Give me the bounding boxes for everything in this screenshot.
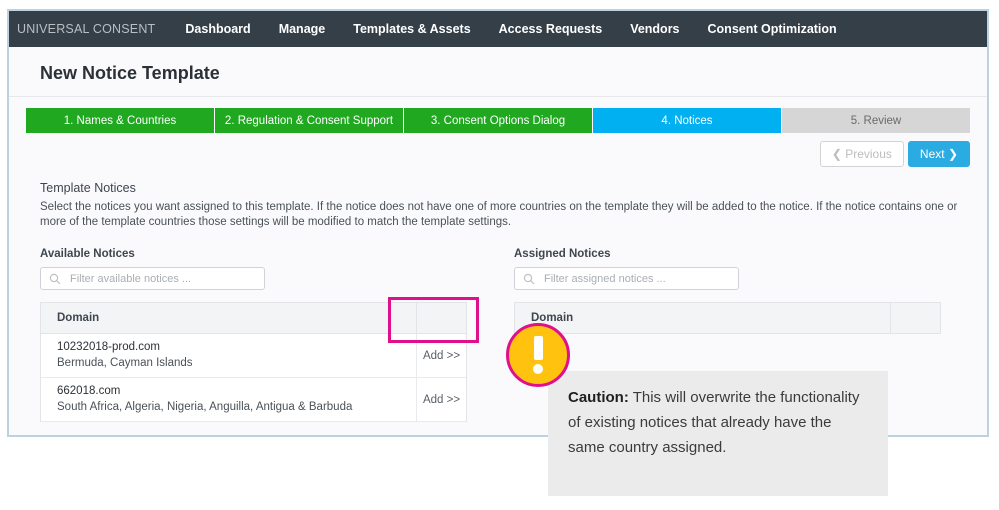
add-notice-link[interactable]: Add >> [423, 394, 460, 406]
available-table-header: Domain [41, 303, 466, 334]
caution-callout: Caution: This will overwrite the functio… [548, 371, 888, 496]
assigned-column-action [891, 303, 940, 333]
chevron-left-icon: ❮ [831, 147, 842, 161]
domain-name: 10232018-prod.com [57, 341, 160, 353]
available-column-action [417, 303, 466, 333]
next-button-label: Next [919, 147, 945, 161]
wizard-step-5[interactable]: 5. Review [782, 108, 970, 133]
available-row-domain-cell: 10232018-prod.com Bermuda, Cayman Island… [41, 334, 417, 377]
wizard-step-bar: 1. Names & Countries 2. Regulation & Con… [26, 108, 970, 133]
exclamation-circle-icon [506, 323, 570, 387]
top-navigation-bar: UNIVERSAL CONSENT Dashboard Manage Templ… [9, 11, 987, 47]
available-notices-table: Domain 10232018-prod.com Bermuda, Cayman… [40, 302, 467, 422]
domain-name: 662018.com [57, 385, 121, 397]
wizard-step-3[interactable]: 3. Consent Options Dialog [404, 108, 593, 133]
available-row-action-cell[interactable]: Add >> [417, 378, 466, 421]
assigned-notices-table: Domain [514, 302, 941, 334]
next-button[interactable]: Next ❯ [907, 141, 970, 167]
brand-logo: UNIVERSAL CONSENT [17, 22, 156, 36]
previous-button[interactable]: ❮ Previous [819, 141, 904, 167]
available-row-action-cell[interactable]: Add >> [417, 334, 466, 377]
wizard-step-2[interactable]: 2. Regulation & Consent Support [215, 108, 404, 133]
nav-item-access-requests[interactable]: Access Requests [485, 22, 617, 36]
wizard-step-1[interactable]: 1. Names & Countries [26, 108, 215, 133]
caution-prefix: Caution: [568, 389, 629, 406]
add-notice-link[interactable]: Add >> [423, 350, 460, 362]
assigned-table-header: Domain [515, 303, 940, 334]
nav-item-vendors[interactable]: Vendors [616, 22, 693, 36]
available-column-domain: Domain [41, 303, 417, 333]
section-title: Template Notices [40, 181, 136, 195]
available-notices-search-input[interactable] [68, 271, 256, 286]
domain-countries: Bermuda, Cayman Islands [57, 357, 193, 369]
wizard-step-4[interactable]: 4. Notices [593, 108, 782, 133]
nav-item-consent-optimization[interactable]: Consent Optimization [694, 22, 851, 36]
search-icon [523, 273, 535, 284]
table-row[interactable]: 662018.com South Africa, Algeria, Nigeri… [41, 378, 466, 422]
chevron-right-icon: ❯ [947, 147, 958, 161]
caution-text: Caution: This will overwrite the functio… [568, 385, 868, 460]
exclamation-bar [533, 336, 543, 360]
nav-item-manage[interactable]: Manage [265, 22, 340, 36]
available-notices-panel: Available Notices Domain 1023 [40, 248, 467, 422]
assigned-notices-search[interactable] [514, 267, 739, 290]
assigned-notices-search-input[interactable] [542, 271, 730, 286]
nav-item-dashboard[interactable]: Dashboard [171, 22, 264, 36]
previous-button-label: Previous [845, 147, 892, 161]
available-notices-search[interactable] [40, 267, 265, 290]
search-icon [49, 273, 61, 284]
assigned-notices-label: Assigned Notices [514, 248, 611, 260]
domain-countries: South Africa, Algeria, Nigeria, Anguilla… [57, 401, 353, 413]
available-notices-label: Available Notices [40, 248, 135, 260]
wizard-navigation-buttons: ❮ Previous Next ❯ [26, 141, 970, 167]
available-row-domain-cell: 662018.com South Africa, Algeria, Nigeri… [41, 378, 417, 421]
table-row[interactable]: 10232018-prod.com Bermuda, Cayman Island… [41, 334, 466, 378]
exclamation-dot [533, 364, 543, 374]
page-title: New Notice Template [9, 47, 987, 97]
section-description: Select the notices you want assigned to … [40, 201, 958, 228]
nav-item-templates-assets[interactable]: Templates & Assets [339, 22, 484, 36]
assigned-column-domain: Domain [515, 303, 891, 333]
